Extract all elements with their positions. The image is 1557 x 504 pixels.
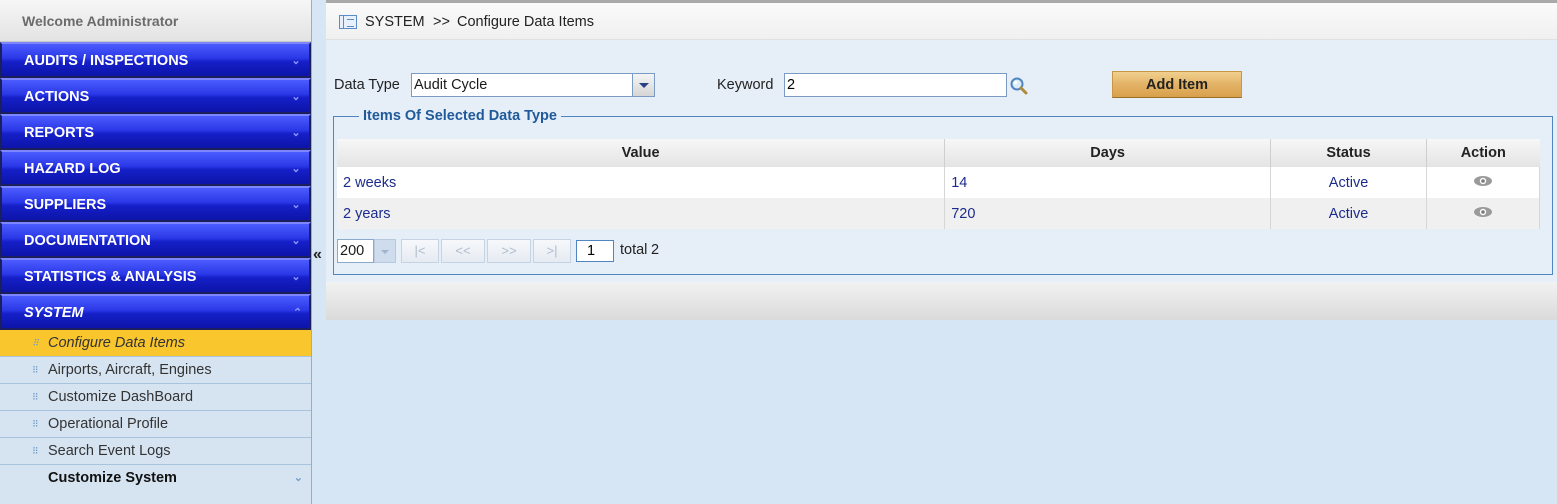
chevron-down-icon: ⌄ — [291, 235, 301, 247]
last-page-button[interactable]: >| — [533, 239, 571, 263]
total-label: total — [620, 242, 648, 258]
bullet-icon: ⠿ — [32, 446, 39, 456]
bullet-icon: ⠿ — [32, 419, 39, 429]
welcome-text: Welcome Administrator — [0, 0, 311, 42]
pager: 200 |< << >> >| total 2 — [337, 239, 937, 263]
sidebar-item-label: Airports, Aircraft, Engines — [48, 362, 212, 378]
menu-documentation[interactable]: DOCUMENTATION ⌄ — [0, 222, 311, 258]
cell-value[interactable]: 2 weeks — [337, 167, 946, 198]
cell-days: 720 — [944, 198, 1272, 229]
main-panel: SYSTEM >> Configure Data Items Data Type… — [326, 0, 1557, 504]
column-header-action: Action — [1426, 139, 1540, 167]
menu-label: REPORTS — [24, 125, 95, 141]
sidebar-item-customize-system[interactable]: Customize System ⌄ — [0, 465, 311, 492]
items-table: Value Days Status Action 2 weeks 14 Acti… — [337, 139, 1540, 229]
page-size-select[interactable]: 200 — [337, 239, 374, 263]
cell-value[interactable]: 2 years — [337, 198, 946, 229]
table-row[interactable]: 2 years 720 Active — [337, 198, 1540, 229]
table-header-row: Value Days Status Action — [337, 139, 1540, 167]
bullet-icon: ⠿ — [32, 338, 39, 348]
sidebar-item-customize-dashboard[interactable]: ⠿ Customize DashBoard — [0, 384, 311, 411]
menu-label: SYSTEM — [24, 305, 84, 321]
cell-action — [1426, 167, 1540, 198]
cell-status: Active — [1270, 198, 1427, 229]
chevron-down-icon: ⌄ — [291, 55, 301, 67]
sidebar-item-label: Customize DashBoard — [48, 389, 194, 405]
view-eye-icon[interactable] — [1473, 206, 1493, 218]
collapse-sidebar-icon[interactable]: « — [313, 246, 325, 264]
menu-hazard-log[interactable]: HAZARD LOG ⌄ — [0, 150, 311, 186]
breadcrumb-page: Configure Data Items — [457, 14, 595, 30]
keyword-label: Keyword — [717, 77, 774, 93]
menu-suppliers[interactable]: SUPPLIERS ⌄ — [0, 186, 311, 222]
data-type-select[interactable]: Audit Cycle — [411, 73, 633, 97]
add-item-button[interactable]: Add Item — [1112, 71, 1242, 98]
total-count: 2 — [651, 242, 660, 258]
menu-audits-inspections[interactable]: AUDITS / INSPECTIONS ⌄ — [0, 42, 311, 78]
column-header-value[interactable]: Value — [337, 139, 946, 167]
chevron-down-icon: ⌄ — [293, 472, 303, 484]
breadcrumb-section: SYSTEM — [365, 14, 425, 30]
column-header-days[interactable]: Days — [944, 139, 1272, 167]
empty-area — [326, 320, 1557, 504]
sidebar-item-label: Configure Data Items — [48, 335, 186, 351]
page-icon — [339, 15, 357, 29]
search-icon[interactable] — [1009, 76, 1029, 96]
sidebar-item-label: Customize System — [48, 470, 177, 486]
sidebar-item-operational-profile[interactable]: ⠿ Operational Profile — [0, 411, 311, 438]
next-page-button[interactable]: >> — [487, 239, 531, 263]
menu-label: AUDITS / INSPECTIONS — [24, 53, 189, 69]
sidebar-item-label: Operational Profile — [48, 416, 169, 432]
menu-label: STATISTICS & ANALYSIS — [24, 269, 197, 285]
breadcrumb: SYSTEM >> Configure Data Items — [326, 3, 1557, 40]
menu-label: ACTIONS — [24, 89, 90, 105]
column-header-status[interactable]: Status — [1270, 139, 1427, 167]
bullet-icon: ⠿ — [32, 392, 39, 402]
menu-label: DOCUMENTATION — [24, 233, 151, 249]
page-number-input[interactable] — [576, 240, 614, 262]
page-size-dropdown-icon[interactable] — [374, 239, 396, 263]
menu-statistics-analysis[interactable]: STATISTICS & ANALYSIS ⌄ — [0, 258, 311, 294]
menu-system[interactable]: SYSTEM ⌃ — [0, 294, 311, 330]
chevron-down-icon: ⌄ — [291, 271, 301, 283]
sidebar-item-configure-data-items[interactable]: ⠿ Configure Data Items — [0, 330, 311, 357]
sidebar: Welcome Administrator AUDITS / INSPECTIO… — [0, 0, 312, 504]
bullet-icon: ⠿ — [32, 365, 39, 375]
chevron-up-icon: ⌃ — [291, 307, 301, 319]
sidebar-item-label: Search Event Logs — [48, 443, 171, 459]
chevron-down-icon: ⌄ — [291, 163, 301, 175]
menu-actions[interactable]: ACTIONS ⌄ — [0, 78, 311, 114]
cell-action — [1426, 198, 1540, 229]
cell-days: 14 — [944, 167, 1272, 198]
content-area: Data Type Audit Cycle Keyword Add Item I… — [326, 40, 1557, 282]
chevron-down-icon: ⌄ — [291, 91, 301, 103]
keyword-input[interactable] — [784, 73, 1007, 97]
first-page-button[interactable]: |< — [401, 239, 439, 263]
breadcrumb-separator: >> — [433, 14, 450, 30]
view-eye-icon[interactable] — [1473, 175, 1493, 187]
menu-label: HAZARD LOG — [24, 161, 121, 177]
footer-band — [326, 282, 1557, 320]
sidebar-item-airports-aircraft-engines[interactable]: ⠿ Airports, Aircraft, Engines — [0, 357, 311, 384]
prev-page-button[interactable]: << — [441, 239, 485, 263]
table-row[interactable]: 2 weeks 14 Active — [337, 167, 1540, 198]
menu-reports[interactable]: REPORTS ⌄ — [0, 114, 311, 150]
chevron-down-icon: ⌄ — [291, 127, 301, 139]
dropdown-arrow-icon[interactable] — [633, 73, 655, 97]
data-type-label: Data Type — [334, 77, 400, 93]
items-fieldset: Items Of Selected Data Type Value Days S… — [333, 108, 1553, 275]
menu-label: SUPPLIERS — [24, 197, 107, 213]
sidebar-item-search-event-logs[interactable]: ⠿ Search Event Logs — [0, 438, 311, 465]
chevron-down-icon: ⌄ — [291, 199, 301, 211]
cell-status: Active — [1270, 167, 1427, 198]
fieldset-legend: Items Of Selected Data Type — [359, 108, 561, 124]
